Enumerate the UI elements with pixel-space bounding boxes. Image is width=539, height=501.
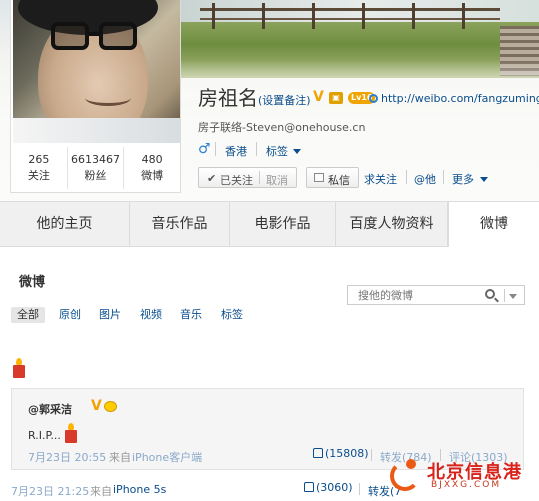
source-prefix: 来自 [109, 451, 131, 464]
post-time[interactable]: 7月23日 21:25 [11, 483, 89, 499]
profile-bio: 房子联络-Steven@onehouse.cn [198, 121, 366, 134]
tab-baidu-profile[interactable]: 百度人物资料 [336, 202, 448, 247]
fence-post [212, 3, 215, 29]
divider [371, 449, 372, 461]
filter-original[interactable]: 原创 [59, 307, 81, 323]
original-post-source[interactable]: iPhone客户端 [132, 449, 202, 465]
avatar-glasses-left [51, 22, 89, 50]
like-count: (3060) [316, 481, 353, 494]
original-like-button[interactable]: (15808) [313, 447, 369, 460]
original-like-count: (15808) [325, 447, 369, 460]
candle-icon [64, 423, 78, 443]
tab-home[interactable]: 他的主页 [0, 202, 130, 247]
followed-label: 已关注 [220, 174, 253, 187]
link-icon [369, 94, 378, 103]
male-icon: ♂ [198, 141, 211, 157]
profile-name: 房祖名 [198, 86, 258, 110]
divider [443, 170, 444, 184]
watermark-url: BJXXG.COM [431, 480, 502, 490]
candle-icon [12, 358, 26, 378]
more-dropdown[interactable]: 更多 [452, 171, 474, 187]
filter-tags[interactable]: 标签 [221, 307, 243, 323]
stat-posts[interactable]: 480 微博 [124, 147, 180, 189]
chevron-down-icon[interactable] [293, 149, 301, 154]
search-input[interactable] [348, 286, 478, 304]
divider [259, 171, 260, 184]
thumb-up-icon [313, 448, 323, 458]
chevron-down-icon[interactable] [509, 294, 517, 299]
stat-followers-count: 6613467 [71, 153, 120, 166]
like-button[interactable]: (3060) [304, 481, 353, 494]
fence-post [412, 3, 415, 29]
search-icon[interactable] [485, 289, 495, 299]
emoji-icon [104, 401, 117, 412]
original-author-link[interactable]: @郭采洁 [28, 401, 72, 417]
unfollow-button[interactable]: 取消 [266, 172, 288, 188]
post-source[interactable]: iPhone 5s [113, 483, 166, 496]
tab-weibo[interactable]: 微博 [448, 202, 539, 248]
request-follow-link[interactable]: 求关注 [364, 171, 397, 187]
divider [215, 142, 216, 156]
avatar-smile [85, 90, 131, 106]
private-message-label: 私信 [328, 174, 350, 187]
divider [256, 142, 257, 156]
avatar-shirt [13, 118, 180, 143]
avatar-glasses-right [99, 22, 137, 50]
candle-body [65, 430, 77, 443]
stat-followers-label: 粉丝 [84, 169, 107, 182]
tab-movies[interactable]: 电影作品 [230, 202, 336, 247]
candle-body [13, 365, 25, 378]
verified-badge-icon[interactable]: V [313, 90, 324, 104]
stat-following-label: 关注 [27, 169, 50, 182]
envelope-icon [314, 173, 324, 182]
thumb-up-icon [304, 482, 314, 492]
watermark: 北京信息港 BJXXG.COM [385, 452, 535, 497]
divider [406, 170, 407, 184]
watermark-logo-icon [390, 457, 424, 491]
logo-dot [406, 459, 416, 469]
profile-tabs: 他的主页 音乐作品 电影作品 百度人物资料 微博 [0, 201, 539, 248]
followed-button[interactable]: ✔ 已关注 取消 [198, 167, 297, 188]
filter-all[interactable]: 全部 [11, 307, 45, 323]
divider [504, 289, 505, 302]
mention-link[interactable]: @他 [414, 171, 436, 187]
cover-fence-rail [200, 18, 500, 20]
stat-following-count: 265 [28, 153, 50, 166]
weibo-search [347, 285, 525, 305]
vip-icon[interactable]: ▣ [329, 92, 343, 104]
profile-card: 265 关注 6613467 粉丝 480 微博 [10, 0, 181, 193]
fence-post [362, 3, 365, 29]
stat-posts-label: 微博 [141, 169, 164, 182]
original-post-text: R.I.P... [28, 429, 61, 442]
cover-fence [200, 8, 500, 11]
fence-post [312, 3, 315, 29]
profile-stats: 265 关注 6613467 粉丝 480 微博 [11, 147, 180, 189]
source-prefix: 来自 [90, 485, 112, 498]
original-post-time[interactable]: 7月23日 20:55 [28, 449, 106, 465]
divider [359, 483, 360, 495]
filter-music[interactable]: 音乐 [180, 307, 202, 323]
stat-followers[interactable]: 6613467 粉丝 [68, 147, 125, 189]
fence-post [462, 3, 465, 29]
avatar[interactable] [13, 0, 180, 143]
filter-images[interactable]: 图片 [99, 307, 121, 323]
stat-following[interactable]: 265 关注 [11, 147, 68, 189]
filter-bar: 全部 原创 图片 视频 音乐 标签 [0, 305, 539, 325]
avatar-glasses-bridge [87, 32, 101, 36]
tags-dropdown[interactable]: 标签 [266, 143, 288, 159]
location-link[interactable]: 香港 [225, 143, 247, 159]
filter-video[interactable]: 视频 [140, 307, 162, 323]
chevron-down-icon[interactable] [480, 177, 488, 182]
weibo-url-link[interactable]: http://weibo.com/fangzuming [381, 92, 539, 105]
stat-posts-count: 480 [141, 153, 163, 166]
verified-badge-icon[interactable]: V [91, 398, 102, 414]
set-remark-link[interactable]: (设置备注) [258, 92, 311, 108]
section-title: 微博 [19, 275, 46, 290]
check-icon: ✔ [207, 172, 217, 185]
tab-music[interactable]: 音乐作品 [130, 202, 230, 247]
fence-post [262, 3, 265, 29]
private-message-button[interactable]: 私信 [306, 167, 359, 188]
